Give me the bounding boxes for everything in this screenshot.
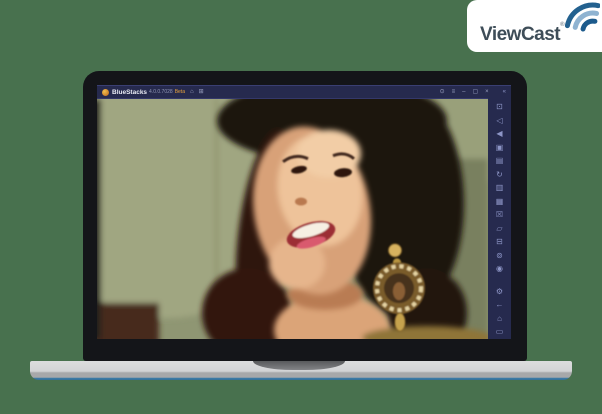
- folder-icon[interactable]: ▱: [496, 224, 502, 233]
- android-nav-group: ⚙ ← ⌂ ▭: [496, 287, 504, 337]
- registered-mark: ®: [560, 22, 565, 28]
- camera-icon[interactable]: ▤: [496, 157, 504, 165]
- boost-icon[interactable]: ⊚: [496, 251, 503, 260]
- laptop-base: [30, 361, 572, 380]
- maximize-icon[interactable]: ▢: [472, 89, 478, 95]
- screenshot-icon[interactable]: ▣: [496, 143, 504, 152]
- home-icon[interactable]: ⌂: [190, 89, 194, 95]
- collapse-toolbar-icon[interactable]: «: [503, 89, 506, 95]
- help-icon[interactable]: ⊙: [440, 89, 445, 95]
- bluestacks-logo-icon: [102, 88, 109, 96]
- video-illustration: [97, 99, 488, 339]
- titlebar[interactable]: BlueStacks 4.0.0.7028 Beta ⌂ ⊞ ⊙ ≡ – ▢ × «: [97, 85, 511, 98]
- close-icon[interactable]: ×: [485, 89, 489, 95]
- fullscreen-icon[interactable]: ⊡: [496, 103, 503, 111]
- multi-instance-icon[interactable]: ⊟: [496, 238, 503, 246]
- bluestacks-window: BlueStacks 4.0.0.7028 Beta ⌂ ⊞ ⊙ ≡ – ▢ × «: [97, 85, 511, 339]
- volume-up-icon[interactable]: ◁: [496, 116, 502, 125]
- window-content: ⊡ ◁ ◀ ▣ ▤ ↻ ▥ ▦ ☒ ▱ ⊟ ⊚ ◉ ⚙ ← ⌂ ▭: [97, 98, 511, 339]
- shake-icon[interactable]: ▥: [496, 184, 504, 192]
- menu-icon[interactable]: ≡: [452, 89, 456, 95]
- viewcast-logo-card: ViewCast®: [467, 0, 602, 52]
- laptop-lid-notch: [253, 361, 345, 370]
- rotate-icon[interactable]: ↻: [496, 170, 503, 179]
- video-frame[interactable]: [97, 98, 488, 339]
- multi-window-icon[interactable]: ⊞: [199, 89, 204, 95]
- settings-icon[interactable]: ⚙: [496, 287, 503, 296]
- laptop-screen-bezel: BlueStacks 4.0.0.7028 Beta ⌂ ⊞ ⊙ ≡ – ▢ × «: [83, 71, 527, 361]
- recents-icon[interactable]: ▭: [496, 328, 504, 336]
- volume-down-icon[interactable]: ◀: [496, 130, 502, 138]
- viewcast-wordmark: ViewCast®: [480, 22, 565, 45]
- side-toolbar: ⊡ ◁ ◀ ▣ ▤ ↻ ▥ ▦ ☒ ▱ ⊟ ⊚ ◉ ⚙ ← ⌂ ▭: [488, 98, 511, 339]
- keymap-icon[interactable]: ▦: [496, 197, 504, 206]
- location-icon[interactable]: ◉: [496, 265, 503, 273]
- app-version: 4.0.0.7028: [149, 89, 173, 95]
- home-nav-icon[interactable]: ⌂: [497, 314, 502, 323]
- close-app-icon[interactable]: ☒: [496, 211, 503, 219]
- minimize-icon[interactable]: –: [462, 89, 465, 95]
- app-title: BlueStacks: [112, 88, 148, 96]
- beta-badge: Beta: [174, 89, 185, 95]
- back-icon[interactable]: ←: [496, 301, 504, 309]
